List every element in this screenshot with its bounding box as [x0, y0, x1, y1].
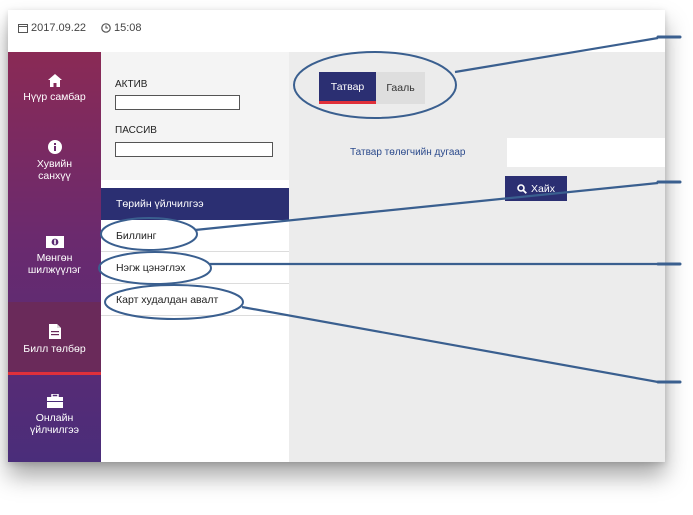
tab-tax[interactable]: Татвар — [319, 72, 376, 104]
time-display: 15:08 — [101, 22, 142, 34]
briefcase-icon — [46, 394, 63, 408]
account-summary-card: АКТИВ ПАССИВ — [101, 52, 289, 180]
nav-item-bill-payment[interactable]: Билл төлбөр — [8, 302, 101, 375]
bill-icon — [48, 324, 61, 339]
home-icon — [47, 74, 62, 87]
nav-label: Онлайн — [35, 412, 74, 424]
sub-nav: АКТИВ ПАССИВ Төрийн үйлчилгээ Биллинг Нэ… — [101, 52, 296, 462]
menu-item-topup[interactable]: Нэгж цэнэглэх — [101, 252, 289, 284]
search-button[interactable]: Хайх — [505, 176, 567, 201]
nav-item-money-transfer[interactable]: Мөнгөн шилжүүлэг — [8, 236, 101, 276]
calendar-icon — [18, 24, 28, 33]
tab-customs[interactable]: Гааль — [376, 72, 425, 104]
passive-value-box — [115, 142, 273, 157]
menu-item-billing[interactable]: Биллинг — [101, 220, 289, 252]
nav-label: шилжүүлэг — [27, 264, 82, 276]
info-icon — [47, 140, 62, 154]
taxpayer-number-label: Татвар төлөгчийн дугаар — [350, 147, 466, 158]
search-label: Хайх — [531, 182, 555, 195]
clock-icon — [101, 23, 111, 33]
taxpayer-number-input[interactable] — [507, 138, 665, 167]
search-icon — [517, 183, 527, 194]
nav-label: санхүү — [38, 170, 71, 182]
nav-label: Нүүр самбар — [23, 91, 86, 103]
active-label: АКТИВ — [115, 79, 148, 90]
nav-label: үйлчилгээ — [29, 424, 80, 436]
active-value-box — [115, 95, 240, 110]
nav-label: Мөнгөн — [36, 252, 73, 264]
nav-item-online-services[interactable]: Онлайн үйлчилгээ — [8, 394, 101, 436]
nav-label: Билл төлбөр — [23, 343, 86, 355]
date-display: 2017.09.22 — [18, 22, 86, 34]
nav-item-dashboard[interactable]: Нүүр самбар — [8, 74, 101, 103]
passive-label: ПАССИВ — [115, 125, 157, 136]
main-panel: Татвар Гааль Татвар төлөгчийн дугаар Хай… — [289, 52, 665, 462]
menu-header-government-services[interactable]: Төрийн үйлчилгээ — [101, 188, 289, 220]
left-nav: Нүүр самбар Хувийн санхүү Мөнгөн шилжүүл… — [8, 52, 101, 462]
nav-item-personal-finance[interactable]: Хувийн санхүү — [8, 140, 101, 182]
top-bar: 2017.09.22 15:08 — [8, 10, 665, 52]
nav-label: Хувийн — [36, 158, 73, 170]
app-window: 2017.09.22 15:08 Нүүр самбар Хувийн санх… — [8, 10, 665, 462]
time-text: 15:08 — [114, 22, 142, 34]
menu-item-buy-card[interactable]: Карт худалдан авалт — [101, 284, 289, 316]
date-text: 2017.09.22 — [31, 22, 87, 34]
money-icon — [45, 236, 64, 248]
